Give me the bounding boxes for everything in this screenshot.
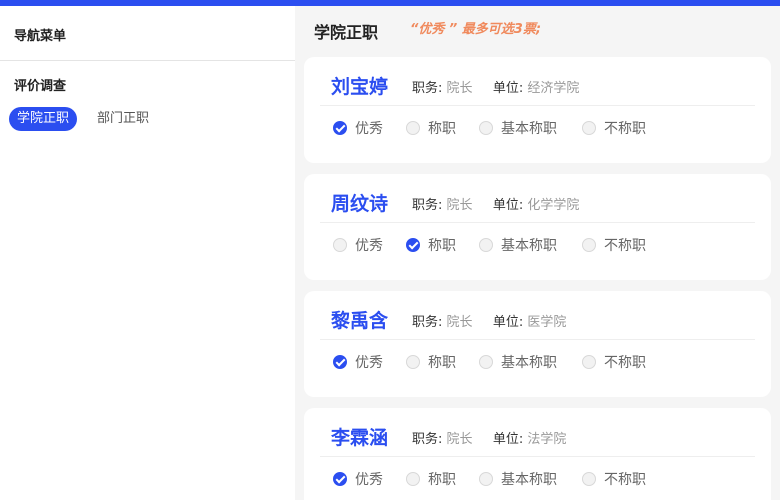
rating-option-competent[interactable]: 称职	[406, 353, 456, 373]
page-title: 学院正职	[314, 23, 379, 42]
radio-icon[interactable]	[582, 355, 596, 369]
nav-group-title: 评价调查	[14, 79, 67, 94]
radio-checked-icon[interactable]	[333, 355, 347, 369]
option-label: 不称职	[604, 472, 646, 488]
radio-checked-icon[interactable]	[333, 121, 347, 135]
unit-label: 单位:	[492, 198, 524, 213]
candidate-name: 刘宝婷	[331, 76, 389, 98]
option-label: 不称职	[604, 238, 646, 254]
radio-icon[interactable]	[479, 121, 493, 135]
option-label: 优秀	[355, 121, 383, 137]
radio-icon[interactable]	[406, 472, 420, 486]
unit-label: 单位:	[492, 315, 524, 330]
unit-value: 化学学院	[527, 198, 580, 213]
radio-checked-icon[interactable]	[406, 238, 420, 252]
position-label: 职务:	[412, 81, 443, 96]
option-label: 优秀	[355, 238, 383, 254]
option-label: 不称职	[604, 121, 646, 137]
rating-option-basically-competent[interactable]: 基本称职	[479, 119, 557, 139]
candidate-name: 李霖涵	[331, 427, 389, 449]
radio-checked-icon[interactable]	[333, 472, 347, 486]
rating-option-basically-competent[interactable]: 基本称职	[479, 236, 557, 256]
sidebar-item-college-head[interactable]: 学院正职	[9, 107, 78, 131]
card-divider	[320, 222, 755, 223]
position-label: 职务:	[412, 432, 443, 447]
rating-option-incompetent[interactable]: 不称职	[582, 236, 646, 256]
radio-icon[interactable]	[582, 121, 596, 135]
rating-option-competent[interactable]: 称职	[406, 119, 456, 139]
unit-value: 经济学院	[527, 81, 580, 96]
rating-option-excellent[interactable]: 优秀	[333, 353, 383, 373]
radio-icon[interactable]	[479, 472, 493, 486]
position-value: 院长	[446, 81, 473, 96]
position-value: 院长	[446, 198, 473, 213]
option-label: 优秀	[355, 355, 383, 371]
candidate-name: 黎禹含	[331, 310, 389, 332]
candidate-meta: 职务: 院长 单位: 化学学院	[412, 194, 579, 213]
candidate-meta: 职务: 院长 单位: 医学院	[412, 311, 566, 330]
option-label: 称职	[428, 355, 456, 371]
sidebar-item-department-head[interactable]: 部门正职	[97, 107, 149, 131]
card-divider	[320, 339, 755, 340]
unit-label: 单位:	[492, 81, 524, 96]
card-divider	[320, 105, 755, 106]
option-label: 基本称职	[501, 355, 557, 371]
sidebar-divider	[0, 60, 295, 61]
candidate-card: 刘宝婷 职务: 院长 单位: 经济学院 优秀 称职 基本称职 不称职	[304, 57, 771, 163]
position-value: 院长	[446, 315, 473, 330]
position-value: 院长	[446, 432, 473, 447]
rating-option-incompetent[interactable]: 不称职	[582, 353, 646, 373]
option-label: 基本称职	[501, 472, 557, 488]
option-label: 优秀	[355, 472, 383, 488]
rating-option-excellent[interactable]: 优秀	[333, 470, 383, 490]
option-label: 不称职	[604, 355, 646, 371]
candidate-name: 周纹诗	[331, 193, 389, 215]
position-label: 职务:	[412, 198, 443, 213]
radio-icon[interactable]	[406, 121, 420, 135]
rating-option-basically-competent[interactable]: 基本称职	[479, 470, 557, 490]
candidate-meta: 职务: 院长 单位: 经济学院	[412, 77, 579, 96]
unit-value: 法学院	[527, 432, 567, 447]
sidebar: 导航菜单 评价调查 学院正职 部门正职	[0, 6, 295, 500]
option-label: 基本称职	[501, 238, 557, 254]
vote-limit-hint: “优秀 ” 最多可选3票;	[410, 22, 542, 37]
rating-option-competent[interactable]: 称职	[406, 470, 456, 490]
radio-icon[interactable]	[479, 355, 493, 369]
candidate-card: 周纹诗 职务: 院长 单位: 化学学院 优秀 称职 基本称职 不称职	[304, 174, 771, 280]
rating-option-excellent[interactable]: 优秀	[333, 236, 383, 256]
radio-icon[interactable]	[479, 238, 493, 252]
radio-icon[interactable]	[582, 238, 596, 252]
position-label: 职务:	[412, 315, 443, 330]
rating-option-excellent[interactable]: 优秀	[333, 119, 383, 139]
candidate-card: 黎禹含 职务: 院长 单位: 医学院 优秀 称职 基本称职 不称职	[304, 291, 771, 397]
radio-icon[interactable]	[406, 355, 420, 369]
radio-icon[interactable]	[333, 238, 347, 252]
unit-value: 医学院	[527, 315, 567, 330]
rating-option-incompetent[interactable]: 不称职	[582, 470, 646, 490]
option-label: 称职	[428, 121, 456, 137]
card-divider	[320, 456, 755, 457]
nav-menu-title: 导航菜单	[14, 29, 67, 44]
candidate-card: 李霖涵 职务: 院长 单位: 法学院 优秀 称职 基本称职 不称职	[304, 408, 771, 500]
main-content: 学院正职 “优秀 ” 最多可选3票; 刘宝婷 职务: 院长 单位: 经济学院 优…	[295, 6, 780, 500]
radio-icon[interactable]	[582, 472, 596, 486]
option-label: 称职	[428, 472, 456, 488]
option-label: 基本称职	[501, 121, 557, 137]
unit-label: 单位:	[492, 432, 524, 447]
rating-option-competent[interactable]: 称职	[406, 236, 456, 256]
rating-option-basically-competent[interactable]: 基本称职	[479, 353, 557, 373]
rating-option-incompetent[interactable]: 不称职	[582, 119, 646, 139]
option-label: 称职	[428, 238, 456, 254]
candidate-meta: 职务: 院长 单位: 法学院	[412, 428, 566, 447]
